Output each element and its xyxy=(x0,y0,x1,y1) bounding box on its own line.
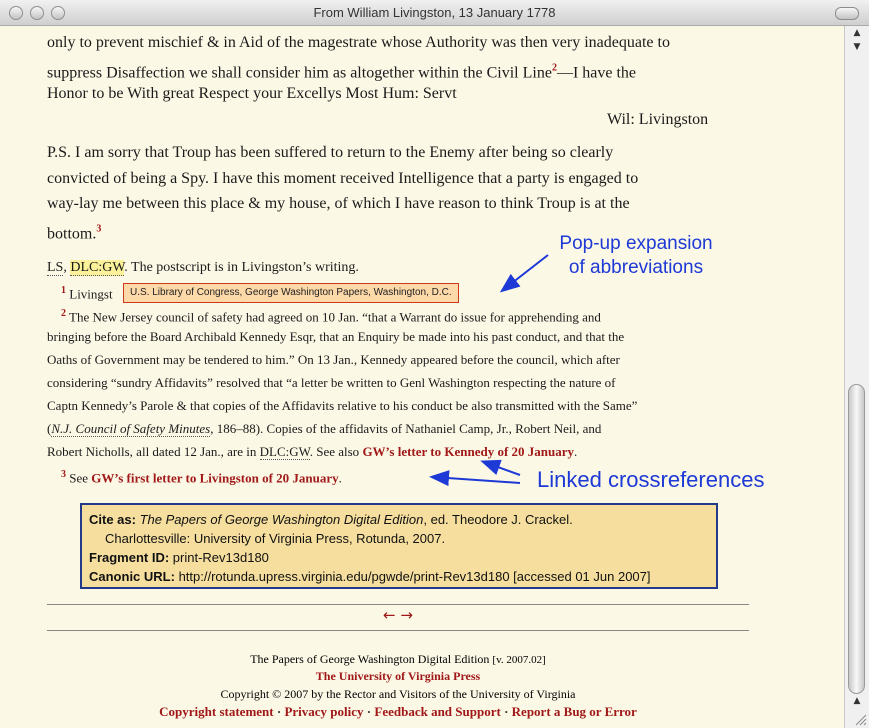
scroll-up-arrow[interactable]: ▲ xyxy=(845,26,869,40)
separator: · xyxy=(500,704,512,719)
cite-line: Cite as: The Papers of George Washington… xyxy=(89,510,709,529)
fragment-id: print-Rev13d180 xyxy=(172,550,269,565)
footer-links: Copyright statement · Privacy policy · F… xyxy=(47,704,749,720)
privacy-policy-link[interactable]: Privacy policy xyxy=(284,704,363,719)
scroll-up-arrow-bottom[interactable]: ▲ xyxy=(845,694,869,708)
scroll-thumb[interactable] xyxy=(848,384,865,694)
scroll-down-arrow-top[interactable]: ▼ xyxy=(845,40,869,54)
report-bug-link[interactable]: Report a Bug or Error xyxy=(512,704,637,719)
copyright: Copyright © 2007 by the Rector and Visit… xyxy=(220,687,576,701)
cite-line: Charlottesville: University of Virginia … xyxy=(105,531,446,546)
edition-version: [v. 2007.02] xyxy=(492,654,546,666)
press-link[interactable]: The University of Virginia Press xyxy=(47,668,749,684)
browser-window: From William Livingston, 13 January 1778… xyxy=(0,0,869,728)
cite-text: , ed. Theodore J. Crackel. xyxy=(423,512,573,527)
divider xyxy=(47,630,749,631)
separator: · xyxy=(273,704,285,719)
copyright-statement-link[interactable]: Copyright statement xyxy=(159,704,273,719)
cite-label: Canonic URL: xyxy=(89,569,175,584)
resize-grip-icon[interactable] xyxy=(853,712,867,726)
divider xyxy=(47,604,749,605)
cite-title: The Papers of George Washington Digital … xyxy=(139,512,424,527)
arrow-to-link-1 xyxy=(480,459,521,476)
feedback-link[interactable]: Feedback and Support xyxy=(374,704,500,719)
edition-name: The Papers of George Washington Digital … xyxy=(250,652,490,666)
citation-box: Cite as: The Papers of George Washington… xyxy=(80,503,718,589)
cite-line: Canonic URL: http://rotunda.upress.virgi… xyxy=(89,567,709,586)
arrow-to-tooltip xyxy=(499,254,549,293)
page-navigation: ← → xyxy=(47,606,749,624)
arrow-to-link-2 xyxy=(429,470,521,487)
footer-edition: The Papers of George Washington Digital … xyxy=(47,651,749,668)
next-page-arrow[interactable]: → xyxy=(400,606,413,624)
cite-label: Fragment ID: xyxy=(89,550,170,565)
canonic-url: http://rotunda.upress.virginia.edu/pgwde… xyxy=(178,569,651,584)
prev-page-arrow[interactable]: ← xyxy=(383,606,396,624)
cite-line: Fragment ID: print-Rev13d180 xyxy=(89,548,709,567)
separator: · xyxy=(363,704,375,719)
vertical-scrollbar[interactable]: ▲ ▼ ▲ xyxy=(844,26,869,728)
cite-label: Cite as: xyxy=(89,512,136,527)
